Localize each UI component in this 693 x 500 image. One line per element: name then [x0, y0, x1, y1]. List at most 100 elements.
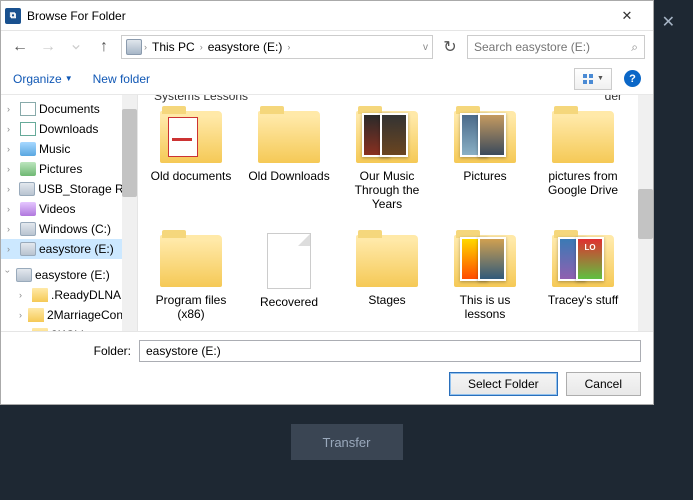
folder-icon: [356, 235, 418, 287]
chevron-down-icon: ▼: [597, 75, 604, 82]
tree-scroll-thumb[interactable]: [122, 109, 137, 197]
folder-input[interactable]: [139, 340, 641, 362]
mus-icon: [20, 142, 36, 156]
tree-item[interactable]: ›Documents: [1, 99, 137, 119]
expander-icon[interactable]: ›: [19, 310, 25, 320]
expander-icon[interactable]: ›: [7, 164, 17, 174]
document-icon: [267, 233, 311, 289]
folder-item[interactable]: Pictures: [436, 107, 534, 231]
expander-icon[interactable]: ›: [7, 184, 16, 194]
folder-item[interactable]: Our Music Through the Years: [338, 107, 436, 231]
tree-item[interactable]: › Pictures: [1, 159, 137, 179]
search-box[interactable]: ⌕: [467, 35, 645, 59]
tree-item[interactable]: ›Music: [1, 139, 137, 159]
folder-item[interactable]: pictures from Google Drive: [534, 107, 632, 231]
folder-item[interactable]: Old Downloads: [240, 107, 338, 231]
chevron-right-icon[interactable]: ›: [200, 42, 203, 52]
expander-icon[interactable]: ›: [19, 330, 29, 331]
titlebar: ⧉ Browse For Folder ✕: [1, 1, 653, 31]
expander-icon[interactable]: ›: [7, 104, 17, 114]
tree-item[interactable]: ›2MarriageConfer: [1, 305, 137, 325]
vid-icon: [20, 202, 36, 216]
crumb-drive[interactable]: easystore (E:): [205, 40, 286, 54]
tree-label: easystore (E:): [35, 268, 110, 282]
item-label: Stages: [366, 293, 407, 307]
address-bar[interactable]: › This PC › easystore (E:) › v: [121, 35, 433, 59]
tree-item[interactable]: › easystore (E:): [1, 239, 137, 259]
folder-icon: [32, 288, 48, 302]
new-folder-button[interactable]: New folder: [93, 72, 150, 86]
folder-item[interactable]: Old documents: [142, 107, 240, 231]
item-label: Tracey's stuff: [546, 293, 620, 307]
drv-icon: [20, 242, 36, 256]
close-icon[interactable]: ✕: [605, 2, 649, 30]
cancel-button[interactable]: Cancel: [566, 372, 641, 396]
chevron-right-icon[interactable]: ›: [144, 42, 147, 52]
folder-item[interactable]: LOTracey's stuff: [534, 231, 632, 331]
expander-icon[interactable]: ›: [7, 244, 17, 254]
drive-icon: [126, 39, 142, 55]
item-label: Our Music Through the Years: [338, 169, 436, 211]
up-icon[interactable]: ↑: [93, 36, 115, 58]
tree-label: Downloads: [39, 122, 98, 136]
folder-icon: [160, 235, 222, 287]
tree-item[interactable]: ›USB_Storage Rea: [1, 179, 137, 199]
dl-icon: [20, 122, 36, 136]
help-icon[interactable]: ?: [624, 70, 641, 87]
crumb-this-pc[interactable]: This PC: [149, 40, 198, 54]
folder-icon: [160, 111, 222, 163]
search-input[interactable]: [474, 40, 614, 54]
tree-item[interactable]: › Downloads: [1, 119, 137, 139]
tree-label: Pictures: [39, 162, 82, 176]
content-scrollbar[interactable]: [638, 95, 653, 331]
drv-icon: [19, 182, 35, 196]
dialog-footer: Folder: Select Folder Cancel: [1, 331, 653, 404]
back-icon[interactable]: ←: [9, 36, 31, 58]
content-scroll-thumb[interactable]: [638, 189, 653, 239]
toolbar: Organize▼ New folder ▼ ?: [1, 63, 653, 95]
expander-icon[interactable]: ›: [7, 124, 17, 134]
item-label: This is us lessons: [436, 293, 534, 321]
partial-label-right[interactable]: der: [605, 95, 622, 103]
refresh-icon[interactable]: ↻: [439, 36, 461, 58]
folder-icon: [454, 111, 516, 163]
folder-item[interactable]: Recovered: [240, 231, 338, 331]
doc-icon: [20, 102, 36, 116]
tree-label: .ReadyDLNA: [51, 288, 121, 302]
expander-icon[interactable]: ›: [3, 270, 13, 280]
tree-item[interactable]: ›Videos: [1, 199, 137, 219]
view-mode-button[interactable]: ▼: [574, 68, 612, 90]
folder-item[interactable]: Program files (x86): [142, 231, 240, 331]
expander-icon[interactable]: ›: [7, 224, 17, 234]
dropdown-icon[interactable]: v: [423, 42, 428, 53]
expander-icon[interactable]: ›: [7, 204, 17, 214]
expander-icon[interactable]: ›: [19, 290, 29, 300]
folder-item[interactable]: Stages: [338, 231, 436, 331]
pic-icon: [20, 162, 36, 176]
drive-icon: [16, 268, 32, 282]
tree-item[interactable]: ›Windows (C:): [1, 219, 137, 239]
folder-item[interactable]: This is us lessons: [436, 231, 534, 331]
folder-icon: [258, 111, 320, 163]
recent-icon[interactable]: [65, 36, 87, 58]
forward-icon[interactable]: →: [37, 36, 59, 58]
expander-icon[interactable]: ›: [7, 144, 17, 154]
nav-tree: ›Documents›Downloads›Music›Pictures›USB_…: [1, 95, 138, 331]
tree-item[interactable]: › .ReadyDLNA: [1, 285, 137, 305]
transfer-button[interactable]: Transfer: [291, 424, 403, 460]
background-close-icon[interactable]: ✕: [662, 12, 675, 32]
organize-button[interactable]: Organize▼: [13, 72, 73, 86]
tree-label: easystore (E:): [39, 242, 114, 256]
search-icon[interactable]: ⌕: [631, 40, 638, 55]
select-folder-button[interactable]: Select Folder: [449, 372, 558, 396]
tree-scrollbar[interactable]: [122, 95, 137, 331]
app-icon: ⧉: [5, 8, 21, 24]
tree-item[interactable]: › 3KCideas: [1, 325, 137, 331]
partial-row: Systems Lessons der: [138, 95, 638, 103]
tree-label: 3KCideas: [51, 328, 103, 331]
partial-label-left[interactable]: Systems Lessons: [154, 95, 248, 103]
tree-item-group[interactable]: › easystore (E:): [1, 265, 137, 285]
folder-label: Folder:: [13, 344, 131, 358]
chevron-right-icon[interactable]: ›: [287, 42, 290, 52]
folder-icon: [32, 328, 48, 331]
